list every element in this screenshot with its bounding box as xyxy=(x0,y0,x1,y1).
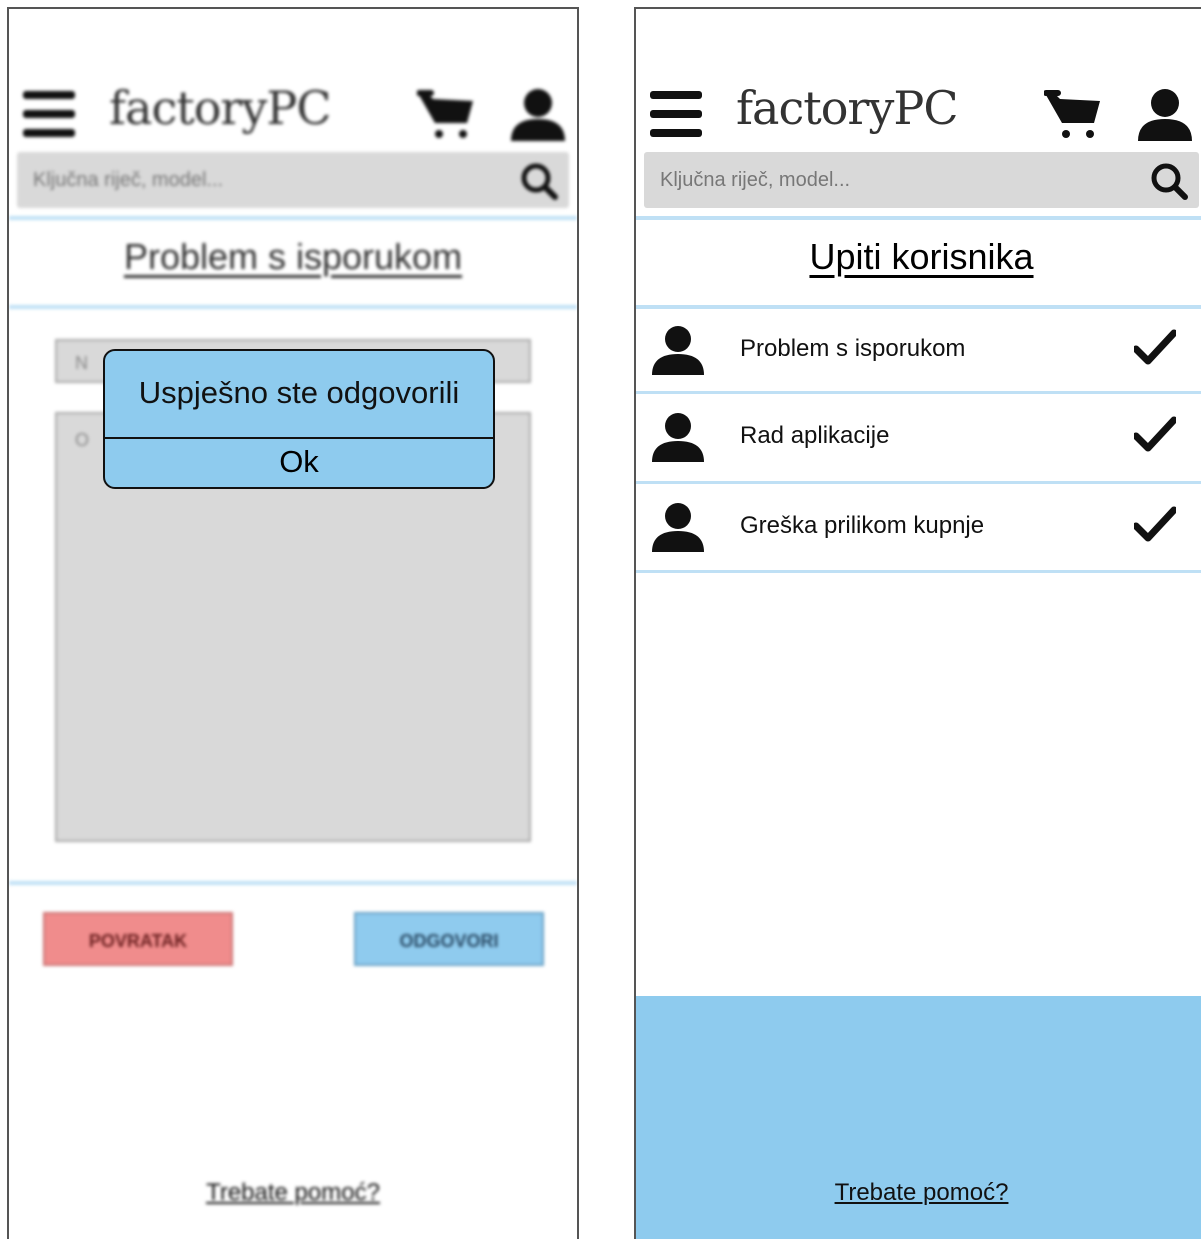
divider xyxy=(636,570,1201,573)
page-title: Problem s isporukom xyxy=(123,236,463,277)
header: factoryPC xyxy=(9,9,577,208)
inquiry-label: Problem s isporukom xyxy=(740,335,966,362)
success-dialog: Uspješno ste odgovorili Ok xyxy=(103,349,495,489)
user-avatar-icon xyxy=(652,326,704,375)
menu-icon[interactable] xyxy=(23,91,75,137)
dialog-message: Uspješno ste odgovorili xyxy=(138,375,460,410)
divider xyxy=(636,216,1201,220)
search-icon[interactable] xyxy=(519,161,559,201)
inquiry-label: Greška prilikom kupnje xyxy=(740,512,985,539)
inquiry-row[interactable]: Rad aplikacije xyxy=(636,394,1201,478)
checkmark-icon xyxy=(1134,506,1176,542)
checkmark-icon xyxy=(1134,416,1176,452)
divider xyxy=(9,881,577,885)
logo[interactable]: factoryPC xyxy=(109,81,332,135)
search-input[interactable] xyxy=(33,166,433,194)
user-avatar-icon xyxy=(652,503,704,552)
reply-button[interactable]: ODGOVORI xyxy=(354,912,544,966)
right-phone-screen: factoryPC Upiti korisnika Problem s ispo… xyxy=(634,7,1201,1239)
search-bar xyxy=(17,152,569,208)
page-title: Upiti korisnika xyxy=(809,236,1034,277)
ok-button[interactable]: Ok xyxy=(105,439,493,487)
user-icon[interactable] xyxy=(1136,87,1194,143)
inquiry-label: Rad aplikacije xyxy=(740,422,890,449)
header: factoryPC xyxy=(636,9,1201,208)
search-input[interactable] xyxy=(660,166,1060,194)
back-button[interactable]: POVRATAK xyxy=(43,912,233,966)
inquiry-row[interactable]: Problem s isporukom xyxy=(636,307,1201,391)
cart-icon[interactable] xyxy=(417,89,477,141)
help-link[interactable]: Trebate pomoć? xyxy=(9,1179,577,1207)
menu-icon[interactable] xyxy=(650,91,702,137)
divider xyxy=(9,305,577,309)
user-icon[interactable] xyxy=(509,87,567,143)
inquiry-row[interactable]: Greška prilikom kupnje xyxy=(636,484,1201,568)
checkmark-icon xyxy=(1134,329,1176,365)
logo[interactable]: factoryPC xyxy=(736,81,959,135)
divider xyxy=(9,216,577,220)
footer: Trebate pomoć? xyxy=(636,996,1201,1239)
help-link[interactable]: Trebate pomoć? xyxy=(636,1179,1201,1207)
cart-icon[interactable] xyxy=(1044,89,1104,141)
search-icon[interactable] xyxy=(1149,161,1189,201)
user-avatar-icon xyxy=(652,413,704,462)
left-phone-screen: factoryPC Problem s isporukom N O xyxy=(7,7,579,1239)
search-bar xyxy=(644,152,1199,208)
